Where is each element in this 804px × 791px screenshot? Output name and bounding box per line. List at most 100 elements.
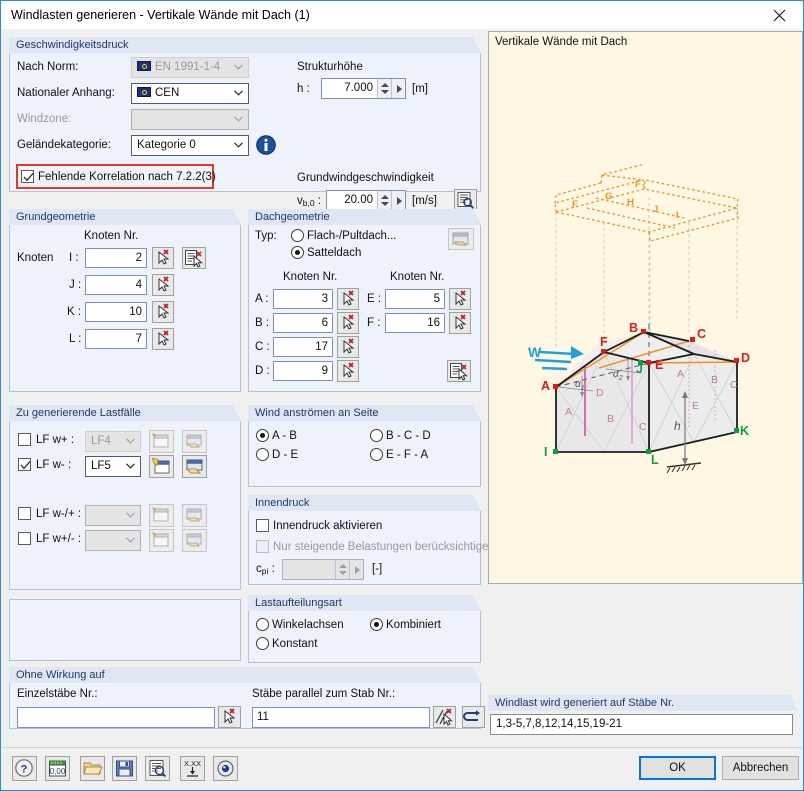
combo-lf-wminusplus[interactable]: [85, 505, 141, 526]
new-lf-wminus-button[interactable]: [149, 455, 174, 478]
edit-lf-wminus-button[interactable]: [182, 455, 207, 478]
combo-standard-value: EN 1991-1-4: [155, 61, 221, 73]
precision-button[interactable]: X.XX: [180, 756, 205, 781]
checkbox-only-rising-loads[interactable]: [256, 540, 269, 553]
label-wind-side-efa: E - F - A: [386, 449, 429, 461]
structure-height-spinner[interactable]: [377, 79, 391, 98]
input-cpi[interactable]: [282, 559, 364, 580]
combo-lf-wplusminus[interactable]: [85, 530, 141, 551]
combo-lf-wplus[interactable]: LF4: [85, 431, 141, 452]
radio-distribution-constant[interactable]: [256, 637, 269, 650]
structure-height-next[interactable]: [391, 79, 405, 98]
pick-roof-e-button[interactable]: [449, 288, 471, 310]
pick-parallel-members-button[interactable]: [433, 706, 456, 728]
radio-roof-gable[interactable]: [291, 246, 304, 259]
terrain-info-button[interactable]: [255, 134, 277, 156]
combo-national-annex[interactable]: CEN: [131, 83, 249, 104]
pick-node-j-button[interactable]: [152, 274, 174, 296]
checkbox-activate-internal-pressure[interactable]: [256, 519, 269, 532]
new-lf-wplusminus-button[interactable]: [149, 529, 174, 552]
roof-dialog-button[interactable]: [448, 228, 474, 250]
radio-wind-side-efa[interactable]: [370, 448, 383, 461]
label-node-j: J :: [69, 279, 82, 291]
select-parallel-button[interactable]: [462, 706, 485, 728]
input-node-k[interactable]: 10: [85, 302, 147, 322]
label-roof-flat: Flach-/Pultdach...: [307, 230, 397, 242]
help-button[interactable]: ?: [12, 756, 37, 781]
input-structure-height[interactable]: 7.000: [321, 78, 406, 99]
input-roof-e[interactable]: 5: [385, 289, 445, 309]
save-button[interactable]: [112, 756, 137, 781]
radio-roof-flat[interactable]: [291, 229, 304, 242]
edit-lf-wminusplus-button[interactable]: [182, 504, 207, 527]
label-terrain-category: Geländekategorie:: [17, 139, 111, 151]
pick-roof-f-button[interactable]: [449, 312, 471, 334]
combo-windzone[interactable]: [131, 109, 249, 130]
input-roof-f[interactable]: 16: [385, 313, 445, 333]
open-button[interactable]: [80, 756, 105, 781]
radio-distribution-angular[interactable]: [256, 618, 269, 631]
combo-lf-wminus[interactable]: LF5: [85, 456, 141, 477]
new-lf-wplus-button[interactable]: [149, 430, 174, 453]
new-lf-wminusplus-button[interactable]: [149, 504, 174, 527]
wind-label: W: [528, 344, 542, 360]
group-wind-side: Wind anströmen an Seite A - B B - C - D …: [248, 405, 481, 487]
cancel-button[interactable]: Abbrechen: [722, 756, 799, 780]
input-node-j[interactable]: 4: [85, 275, 147, 295]
group-distribution-legend: Lastaufteilungsart: [248, 595, 481, 611]
view-button[interactable]: [213, 756, 238, 781]
edit-load-case-icon: [186, 533, 202, 547]
label-node-l: L :: [69, 333, 82, 345]
close-button[interactable]: [757, 1, 803, 29]
chevron-down-icon: [234, 142, 243, 148]
pick-single-members-button[interactable]: [218, 706, 241, 728]
radio-wind-side-bcd[interactable]: [370, 429, 383, 442]
combo-lf-wminus-value: LF5: [91, 460, 111, 472]
checkbox-lf-wminusplus[interactable]: [18, 507, 31, 520]
combo-standard[interactable]: EN 1991-1-4: [131, 57, 249, 78]
base-wind-spinner[interactable]: [377, 191, 391, 210]
input-base-wind-velocity[interactable]: 20.00: [326, 190, 406, 211]
checkbox-missing-correlation[interactable]: [21, 170, 34, 183]
input-roof-d[interactable]: 9: [273, 361, 333, 381]
input-roof-b[interactable]: 6: [273, 313, 333, 333]
pick-roof-a-button[interactable]: [337, 288, 359, 310]
pick-roof-nodes-table-button[interactable]: [447, 360, 471, 382]
pick-roof-c-button[interactable]: [337, 336, 359, 358]
input-roof-a[interactable]: 3: [273, 289, 333, 309]
edit-lf-wplusminus-button[interactable]: [182, 529, 207, 552]
ok-button[interactable]: OK: [639, 756, 716, 780]
combo-terrain-category[interactable]: Kategorie 0: [131, 135, 249, 156]
node-D-marker: [734, 358, 739, 363]
radio-wind-side-ab[interactable]: [256, 429, 269, 442]
input-node-i[interactable]: 2: [85, 248, 147, 268]
units-button[interactable]: 0,00: [45, 756, 70, 781]
label-roof-e: E :: [367, 293, 382, 305]
checkbox-lf-wminus[interactable]: [18, 458, 31, 471]
input-single-members[interactable]: [17, 707, 215, 728]
save-icon: [116, 760, 133, 777]
result-members-value: 1,3-5,7,8,12,14,15,19-21: [490, 714, 793, 735]
cpi-next[interactable]: [349, 560, 363, 579]
cpi-spinner[interactable]: [335, 560, 349, 579]
chevron-down-icon: [126, 537, 135, 543]
edit-lf-wplus-button[interactable]: [182, 430, 207, 453]
input-roof-c[interactable]: 17: [273, 337, 333, 357]
pick-roof-d-button[interactable]: [337, 360, 359, 382]
input-node-l[interactable]: 7: [85, 329, 147, 349]
input-parallel-members[interactable]: 11: [252, 707, 430, 728]
group-without-effect-body: Einzelstäbe Nr.: Stäbe parallel zum Stab…: [9, 683, 485, 729]
base-wind-next[interactable]: [391, 191, 405, 210]
label-roof-c: C :: [255, 341, 270, 353]
base-wind-value: 20.00: [344, 194, 373, 206]
pick-node-i-button[interactable]: [152, 247, 174, 269]
pick-node-l-button[interactable]: [152, 328, 174, 350]
pick-roof-b-button[interactable]: [337, 312, 359, 334]
checkbox-lf-wplusminus[interactable]: [18, 532, 31, 545]
radio-distribution-combined[interactable]: [370, 618, 383, 631]
pick-nodes-table-button[interactable]: [182, 247, 206, 269]
checkbox-lf-wplus[interactable]: [18, 433, 31, 446]
details-button[interactable]: [145, 756, 170, 781]
radio-wind-side-de[interactable]: [256, 448, 269, 461]
pick-node-k-button[interactable]: [152, 301, 174, 323]
